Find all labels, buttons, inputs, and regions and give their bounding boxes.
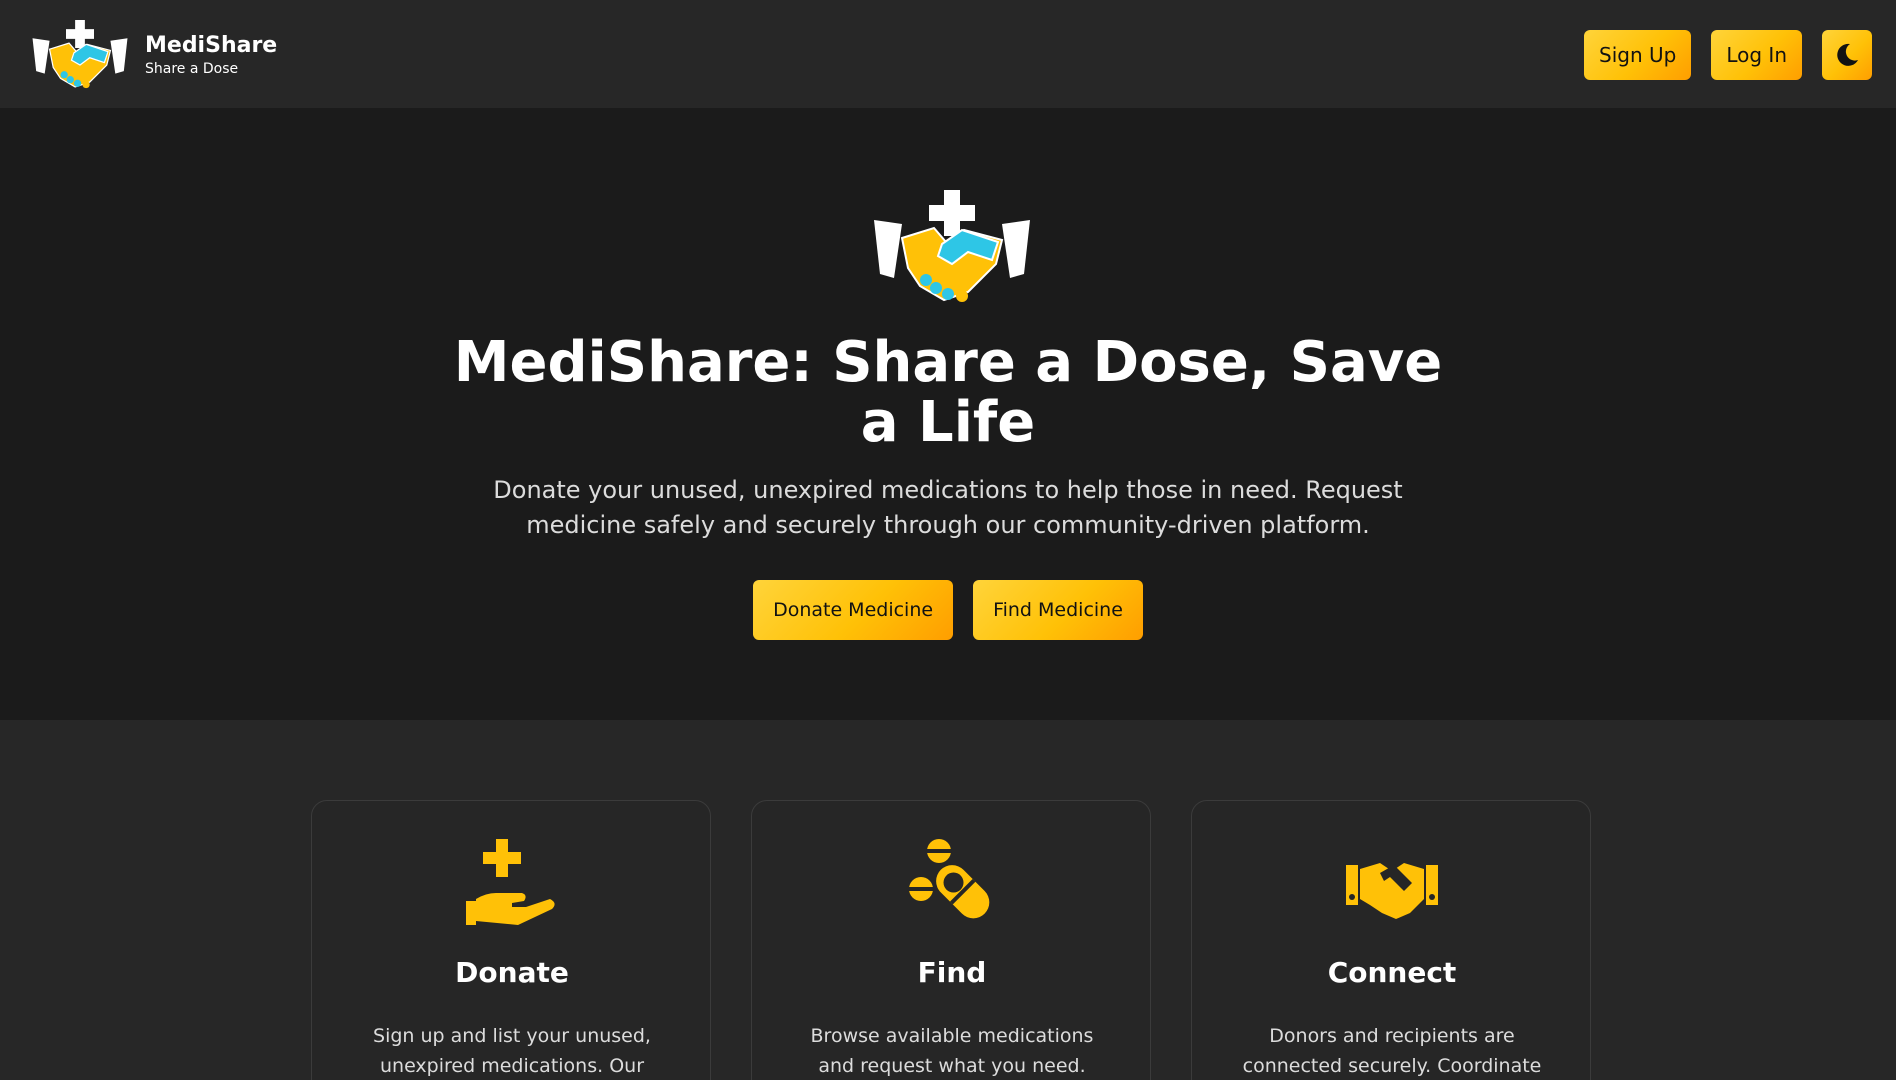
hero-actions: Donate Medicine Find Medicine xyxy=(0,580,1896,640)
login-button[interactable]: Log In xyxy=(1711,30,1802,80)
pills-icon xyxy=(909,839,990,919)
brand[interactable]: MediShare Share a Dose xyxy=(30,20,277,90)
handshake-icon xyxy=(1346,863,1438,919)
hero-subtitle: Donate your unused, unexpired medication… xyxy=(493,476,1403,539)
feature-title: Donate xyxy=(455,956,569,989)
find-medicine-button[interactable]: Find Medicine xyxy=(973,580,1143,640)
feature-title: Find xyxy=(917,956,987,989)
medishare-logo-icon xyxy=(32,20,128,89)
hero-section: MediShare: Share a Dose, Save a Life Don… xyxy=(0,108,1896,720)
signup-button[interactable]: Sign Up xyxy=(1584,30,1692,80)
brand-name: MediShare xyxy=(145,32,278,58)
feature-card-connect: Connect Donors and recipients are connec… xyxy=(1191,800,1591,1080)
brand-tagline: Share a Dose xyxy=(145,61,239,78)
features-section: Donate Sign up and list your unused, une… xyxy=(0,720,1896,1080)
feature-card-donate: Donate Sign up and list your unused, une… xyxy=(311,800,711,1080)
feature-description: Browse available medications and request… xyxy=(810,1025,1094,1077)
feature-description: Donors and recipients are connected secu… xyxy=(1242,1025,1542,1077)
feature-card-find: Find Browse available medications and re… xyxy=(751,800,1151,1080)
header-nav: Sign Up Log In xyxy=(1584,30,1872,80)
moon-icon xyxy=(1837,43,1858,66)
feature-title: Connect xyxy=(1327,956,1457,989)
theme-toggle-button[interactable] xyxy=(1822,30,1872,80)
medishare-hero-logo-icon xyxy=(874,190,1030,302)
top-header: MediShare Share a Dose Sign Up Log In xyxy=(0,0,1896,108)
feature-description: Sign up and list your unused, unexpired … xyxy=(373,1025,651,1077)
donate-medicine-button[interactable]: Donate Medicine xyxy=(753,580,954,640)
hand-plus-icon xyxy=(466,839,555,925)
hero-title: MediShare: Share a Dose, Save a Life xyxy=(453,330,1443,455)
